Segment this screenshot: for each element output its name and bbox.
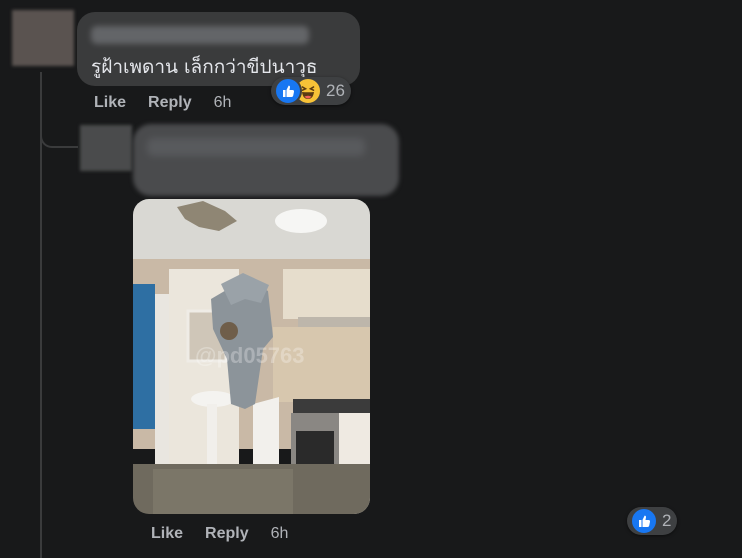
author-name-redacted[interactable] xyxy=(91,26,309,44)
comment-thread: รูฝ้าเพดาน เล็กกว่าขีปนาวุธ Like Reply 6… xyxy=(0,0,742,558)
comment-bubble: รูฝ้าเพดาน เล็กกว่าขีปนาวุธ xyxy=(77,12,360,86)
reaction-summary[interactable]: 26 xyxy=(271,77,351,105)
like-icon xyxy=(274,77,302,105)
timestamp[interactable]: 6h xyxy=(214,94,232,112)
thread-line xyxy=(40,72,42,558)
photo-watermark: @pd05763 xyxy=(195,343,305,368)
comment-bubble xyxy=(133,124,399,196)
photo-image: @pd05763 xyxy=(133,199,370,514)
comment-photo[interactable]: @pd05763 xyxy=(133,199,370,514)
reaction-count: 26 xyxy=(326,81,345,100)
reaction-summary[interactable]: 2 xyxy=(627,507,678,535)
like-button[interactable]: Like xyxy=(94,94,126,112)
comment-actions: Like Reply 6h xyxy=(94,94,231,112)
reaction-count: 2 xyxy=(662,511,672,530)
thread-reply-connector xyxy=(40,110,78,148)
reply-button[interactable]: Reply xyxy=(148,94,192,112)
avatar[interactable] xyxy=(12,10,74,66)
like-button[interactable]: Like xyxy=(151,525,183,543)
like-icon xyxy=(630,507,658,535)
reply-button[interactable]: Reply xyxy=(205,525,249,543)
comment-actions: Like Reply 6h xyxy=(151,525,288,543)
author-name-redacted[interactable] xyxy=(147,138,365,156)
timestamp[interactable]: 6h xyxy=(271,525,289,543)
avatar[interactable] xyxy=(80,125,132,171)
